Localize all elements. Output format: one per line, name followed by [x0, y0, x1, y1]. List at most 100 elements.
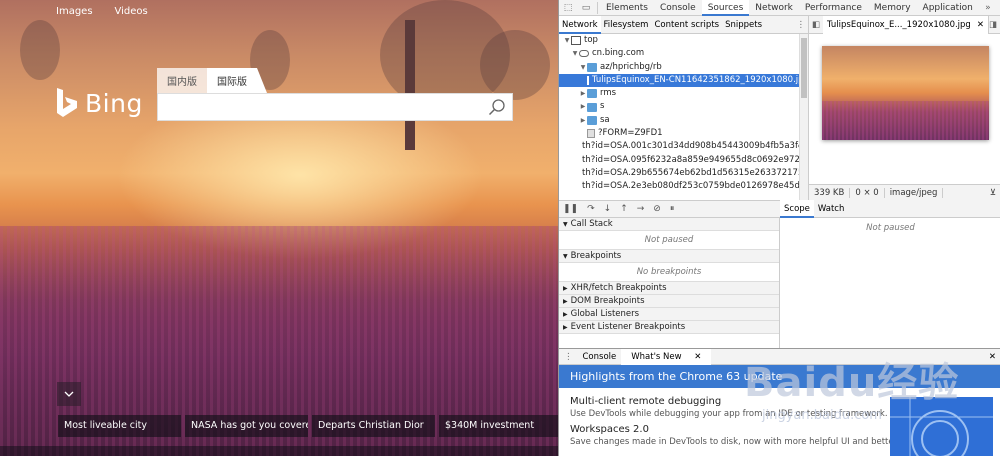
debugger-section-body: Not paused	[559, 231, 779, 250]
debugger-sidebar: ▼ Call Stack Not paused ▼ Breakpoints No brea…	[559, 218, 780, 348]
file-tree-item[interactable]: th?id=OSA.001c301d34dd908b45443009b4fb5a…	[559, 140, 799, 153]
file-tree-item[interactable]: ▶ s	[559, 100, 799, 113]
search-region-tabs: 国内版 国际版	[157, 68, 267, 93]
tab-watch[interactable]: Watch	[814, 200, 848, 218]
collapsed-arrow-icon: ▶	[563, 323, 568, 331]
news-card[interactable]: Most liveable city	[58, 415, 181, 437]
pause-icon[interactable]: ❚❚	[563, 204, 578, 214]
step-out-icon[interactable]: ↑	[620, 204, 628, 214]
bing-top-nav: Images Videos	[56, 6, 148, 17]
expand-arrow-icon[interactable]: ▶	[579, 100, 587, 113]
pause-on-exceptions-icon[interactable]: ⏸	[670, 204, 675, 214]
bing-homepage: Images Videos Bing 国内版 国际版 Most liveable…	[0, 0, 558, 456]
cloud-icon	[579, 50, 589, 58]
news-card[interactable]: $340M investment	[439, 415, 558, 437]
file-tree-item[interactable]: ▼ top	[559, 34, 799, 47]
step-icon[interactable]: →	[637, 204, 645, 214]
more-icon[interactable]: ⋮	[794, 16, 809, 34]
file-tree-item[interactable]: TulipsEquinox_EN-CN11642351862_1920x1080…	[559, 73, 799, 88]
expand-arrow-icon[interactable]: ▼	[579, 61, 587, 74]
navigator-pane: Network Filesystem Content scripts Snipp…	[559, 15, 809, 200]
editor-status-bar: 339 KB 0 × 0 image/jpeg ⊻	[809, 184, 1000, 200]
expand-arrow-icon[interactable]: ▶	[579, 114, 587, 127]
file-tree-item[interactable]: th?id=OSA.29b655674eb62bd1d56315e2633721…	[559, 167, 799, 180]
file-tree-label: top	[584, 35, 598, 45]
tab-scope[interactable]: Scope	[780, 199, 814, 218]
tab-elements[interactable]: Elements	[600, 0, 654, 16]
drawer-tab-console[interactable]: Console	[578, 349, 622, 365]
debugger-section-title: XHR/fetch Breakpoints	[570, 282, 667, 293]
file-tree-label: th?id=OSA.001c301d34dd908b45443009b4fb5a…	[582, 141, 799, 152]
mime-type: image/jpeg	[885, 187, 944, 198]
search-input[interactable]	[166, 94, 486, 120]
editor-tabs: ◧ TulipsEquinox_E..._1920x1080.jpg ✕ ◨	[809, 15, 1000, 34]
tab-application[interactable]: Application	[917, 0, 979, 16]
step-into-icon[interactable]: ↓	[604, 204, 612, 214]
file-tree-item[interactable]: ▼ az/hprichbg/rb	[559, 61, 799, 74]
inspect-element-icon[interactable]: ⬚	[559, 0, 577, 16]
file-tree-item[interactable]: ?FORM=Z9FD1	[559, 127, 799, 140]
tab-performance[interactable]: Performance	[799, 0, 868, 16]
nav-tab-content-scripts[interactable]: Content scripts	[651, 16, 722, 34]
file-tree-scrollbar[interactable]	[799, 34, 808, 200]
tab-domestic[interactable]: 国内版	[157, 68, 207, 93]
expand-arrow-icon[interactable]: ▶	[579, 87, 587, 100]
more-tabs-icon[interactable]: »	[979, 0, 997, 16]
news-card[interactable]: Departs Christian Dior	[312, 415, 435, 437]
tab-international[interactable]: 国际版	[207, 68, 267, 93]
close-drawer-icon[interactable]: ✕	[984, 349, 1000, 365]
deactivate-breakpoints-icon[interactable]: ⊘	[653, 204, 661, 214]
expanded-arrow-icon: ▼	[563, 252, 568, 260]
step-over-icon[interactable]: ↷	[587, 204, 595, 214]
nav-videos[interactable]: Videos	[115, 6, 148, 17]
file-tree-label: th?id=OSA.2e3eb080df253c0759bde0126978e4…	[582, 181, 799, 192]
debugger-section-header[interactable]: ▶ Event Listener Breakpoints	[559, 321, 779, 334]
news-card[interactable]: NASA has got you covered	[185, 415, 308, 437]
file-icon	[587, 129, 595, 139]
drawer-tab-whats-new[interactable]: What's New ✕	[621, 348, 712, 365]
tab-sources[interactable]: Sources	[701, 0, 750, 16]
tab-network[interactable]: Network	[749, 0, 799, 16]
file-tree-item[interactable]: ▶ rms	[559, 87, 799, 100]
file-tree-item[interactable]: ▼ cn.bing.com	[559, 47, 799, 60]
search-icon[interactable]	[488, 98, 506, 116]
file-tree-item[interactable]: th?id=OSA.2e3eb080df253c0759bde0126978e4…	[559, 180, 799, 193]
debugger-section-header[interactable]: ▼ Breakpoints	[559, 250, 779, 263]
close-icon[interactable]: ✕	[977, 16, 984, 34]
collapse-news-button[interactable]	[57, 382, 81, 406]
debugger-section-title: Event Listener Breakpoints	[570, 321, 686, 332]
file-tree-item[interactable]: ▶ sa	[559, 114, 799, 127]
editor-file-tab[interactable]: TulipsEquinox_E..._1920x1080.jpg ✕	[823, 15, 989, 34]
toggle-debugger-icon[interactable]: ◨	[989, 20, 1000, 30]
expand-arrow-icon[interactable]: ▼	[571, 47, 579, 60]
file-tree-label: s	[600, 101, 605, 112]
file-icon	[587, 76, 589, 86]
file-tree: ▼ top ▼ cn.bing.com ▼ az/hprichbg/rb TulipsEqu…	[559, 34, 799, 200]
debugger-section-header[interactable]: ▼ Call Stack	[559, 218, 779, 231]
nav-tab-snippets[interactable]: Snippets	[722, 16, 765, 34]
drawer-menu-icon[interactable]: ⋮	[559, 349, 578, 365]
debugger-section-header[interactable]: ▶ DOM Breakpoints	[559, 295, 779, 308]
close-icon[interactable]: ✕	[689, 352, 706, 362]
expand-arrow-icon[interactable]: ▼	[563, 34, 571, 47]
device-toolbar-icon[interactable]: ▭	[577, 0, 595, 16]
scrollbar-thumb[interactable]	[801, 38, 807, 98]
collapsed-arrow-icon: ▶	[563, 310, 568, 318]
nav-tab-network[interactable]: Network	[559, 15, 601, 34]
tree-silhouette-left	[20, 20, 60, 80]
bing-footer	[0, 446, 558, 456]
tab-memory[interactable]: Memory	[868, 0, 917, 16]
collapsed-arrow-icon: ▶	[563, 284, 568, 292]
file-tree-label: az/hprichbg/rb	[600, 61, 662, 72]
image-dimensions: 0 × 0	[850, 187, 885, 198]
bing-logo[interactable]: Bing	[55, 88, 143, 118]
tab-console[interactable]: Console	[654, 0, 702, 16]
debugger-section-header[interactable]: ▶ XHR/fetch Breakpoints	[559, 282, 779, 295]
toggle-navigator-icon[interactable]: ◧	[809, 20, 823, 30]
file-size: 339 KB	[809, 187, 851, 198]
file-tree-item[interactable]: th?id=OSA.095f6232a8a859e949655d8c0692e9…	[559, 154, 799, 167]
nav-images[interactable]: Images	[56, 6, 93, 17]
debugger-section-header[interactable]: ▶ Global Listeners	[559, 308, 779, 321]
download-icon[interactable]: ⊻	[985, 188, 1000, 198]
nav-tab-filesystem[interactable]: Filesystem	[601, 16, 652, 34]
